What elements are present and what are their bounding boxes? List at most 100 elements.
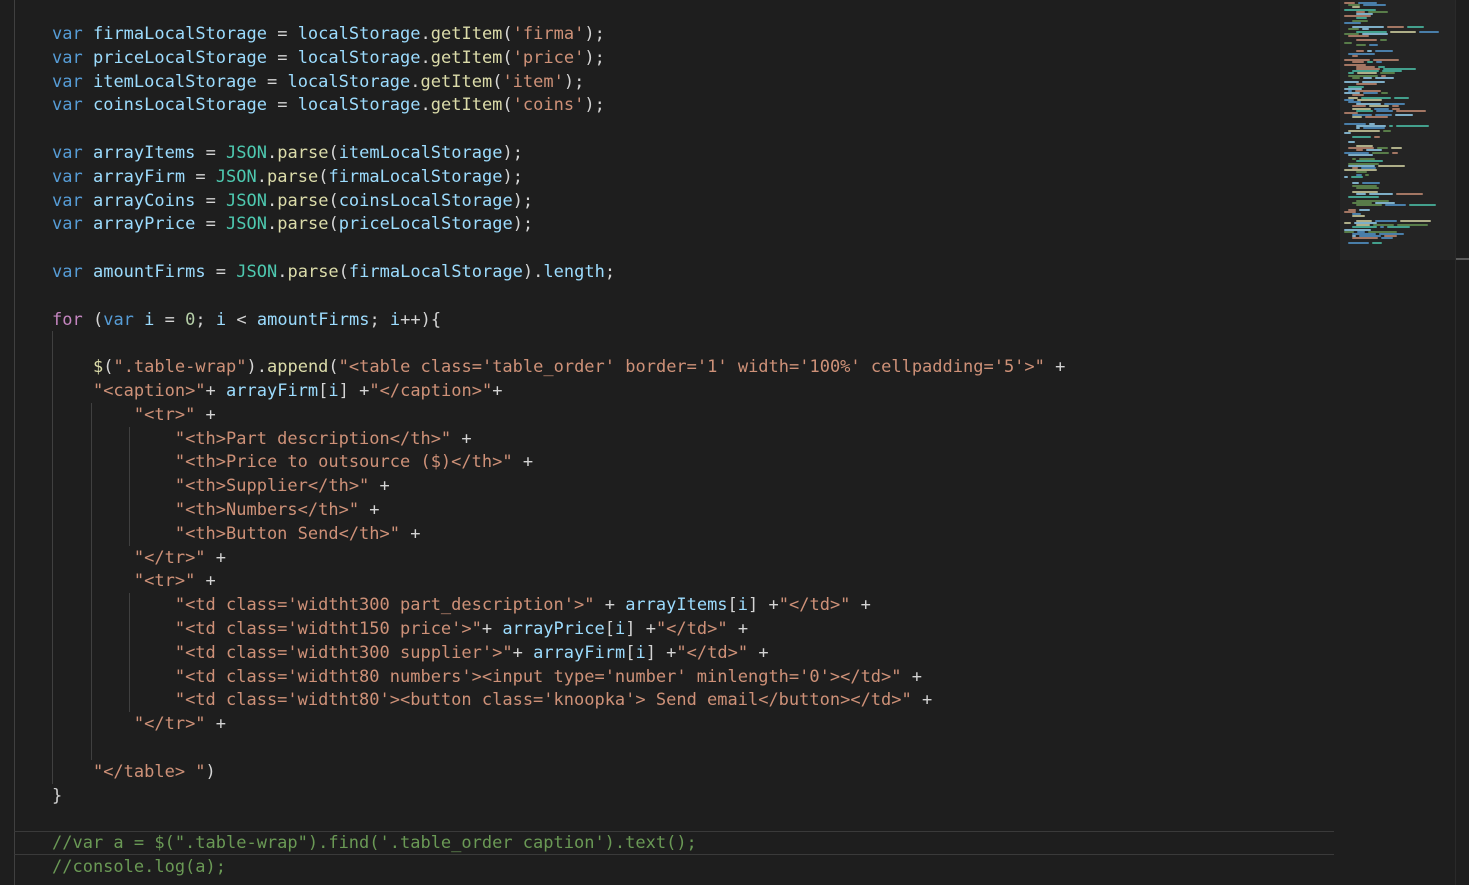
code-token: (	[82, 309, 104, 330]
code-line[interactable]: //var a = $(".table-wrap").find('.table_…	[52, 831, 697, 855]
code-line[interactable]: "<caption>"+ arrayFirm[i] +"</caption>"+	[52, 379, 503, 403]
code-line[interactable]: $(".table-wrap").append("<table class='t…	[52, 355, 1065, 379]
code-token: "<td class='widtht300 supplier'>"	[174, 642, 513, 663]
code-token: +	[195, 404, 216, 425]
code-token: ] +	[748, 595, 779, 616]
code-token: i	[215, 309, 227, 330]
minimap-line	[1395, 114, 1413, 117]
code-token: priceLocalStorage	[338, 214, 513, 235]
code-line[interactable]: var coinsLocalStorage = localStorage.get…	[52, 93, 605, 117]
code-token: 'coins'	[512, 95, 585, 116]
code-token: ).	[522, 262, 544, 282]
code-token: arrayFirm	[226, 381, 319, 401]
code-token: "<tr>"	[133, 571, 196, 592]
minimap-line	[1380, 39, 1387, 42]
code-token: +	[205, 547, 227, 568]
code-line[interactable]: "<tr>" +	[52, 403, 216, 427]
code-token: firmaLocalStorage	[348, 262, 523, 282]
code-token: =	[195, 143, 227, 163]
code-token: }	[52, 785, 63, 806]
code-token: =	[205, 262, 237, 282]
minimap-line	[1344, 131, 1351, 134]
minimap-line	[1344, 41, 1352, 44]
code-line[interactable]: "</tr>" +	[52, 712, 226, 736]
code-token: =	[266, 95, 298, 116]
code-token: +	[512, 452, 534, 473]
code-line[interactable]: "<td class='widtht80 numbers'><input typ…	[52, 665, 922, 689]
minimap-line	[1352, 237, 1378, 240]
code-line[interactable]: "<th>Supplier</th>" +	[52, 474, 390, 498]
code-line[interactable]: "<th>Numbers</th>" +	[52, 498, 380, 522]
code-token: parse	[277, 143, 329, 163]
code-token: (	[328, 143, 339, 163]
code-token: );	[502, 143, 523, 163]
code-token: +	[481, 619, 503, 639]
code-line[interactable]: var arrayPrice = JSON.parse(priceLocalSt…	[52, 212, 533, 236]
code-line[interactable]: "<th>Price to outsource ($)</th>" +	[52, 450, 533, 474]
minimap-line	[1376, 109, 1393, 112]
minimap-line	[1407, 26, 1424, 29]
code-token: for	[52, 309, 83, 330]
code-token: +	[359, 500, 380, 520]
code-line[interactable]: "<td class='widtht150 price'>"+ arrayPri…	[52, 617, 748, 641]
minimap-line	[1352, 136, 1371, 139]
code-line[interactable]: "</table> ")	[52, 760, 216, 784]
code-line[interactable]: for (var i = 0; i < amountFirms; i++){	[52, 308, 441, 332]
code-line[interactable]: var amountFirms = JSON.parse(firmaLocalS…	[52, 260, 615, 284]
code-token: =	[195, 214, 227, 235]
code-token: "</td>"	[676, 642, 749, 663]
indent-guide-level-2	[90, 402, 92, 760]
code-line[interactable]: var arrayItems = JSON.parse(itemLocalSto…	[52, 141, 523, 165]
minimap-line	[1352, 54, 1358, 57]
vertical-scrollbar[interactable]	[1455, 0, 1469, 885]
code-token: 'item'	[502, 71, 564, 92]
minimap-line	[1392, 151, 1398, 154]
code-line[interactable]: "<td class='widtht300 part_description'>…	[52, 593, 871, 617]
code-line[interactable]: }	[52, 784, 62, 808]
code-token: .	[420, 95, 431, 116]
code-token: );	[512, 214, 534, 235]
code-editor[interactable]: var firmaLocalStorage = localStorage.get…	[0, 0, 1340, 885]
minimap-line	[1348, 129, 1380, 132]
minimap-line	[1381, 237, 1393, 240]
code-token: .	[267, 214, 278, 235]
code-line[interactable]: //console.log(a);	[52, 855, 226, 879]
code-token: <	[226, 309, 257, 330]
minimap-line	[1348, 35, 1369, 37]
code-token: (	[328, 357, 339, 378]
code-line[interactable]: var itemLocalStorage = localStorage.getI…	[52, 70, 584, 94]
minimap[interactable]	[1340, 0, 1455, 250]
code-token: "<tr>"	[133, 404, 196, 425]
code-line[interactable]: "<th>Button Send</th>" +	[52, 522, 421, 546]
code-token: parse	[267, 166, 319, 187]
code-token: getItem	[430, 47, 503, 68]
code-line[interactable]: "<td class='widtht80'><button class='kno…	[52, 688, 932, 712]
minimap-line	[1363, 92, 1378, 95]
minimap-line	[1369, 43, 1378, 46]
code-token: "<caption>"	[92, 381, 206, 401]
code-token: priceLocalStorage	[92, 47, 267, 68]
code-line[interactable]: "</tr>" +	[52, 546, 226, 570]
code-token: (	[338, 262, 349, 282]
scrollbar-thumb-marker[interactable]	[1456, 258, 1469, 260]
minimap-line	[1365, 173, 1369, 176]
code-line[interactable]: "<td class='widtht300 supplier'>"+ array…	[52, 641, 769, 665]
code-line[interactable]: var priceLocalStorage = localStorage.get…	[52, 46, 605, 70]
code-line[interactable]: "<th>Part description</th>" +	[52, 427, 472, 451]
minimap-line	[1376, 61, 1382, 64]
code-line[interactable]: var firmaLocalStorage = localStorage.get…	[52, 22, 605, 46]
code-token: var	[52, 95, 83, 116]
minimap-line	[1351, 175, 1363, 178]
code-line[interactable]: "<tr>" +	[52, 569, 216, 593]
code-line[interactable]: var arrayCoins = JSON.parse(coinsLocalSt…	[52, 189, 533, 213]
code-line[interactable]: var arrayFirm = JSON.parse(firmaLocalSto…	[52, 165, 523, 189]
code-token: =	[266, 24, 298, 44]
code-token: (	[502, 47, 513, 68]
